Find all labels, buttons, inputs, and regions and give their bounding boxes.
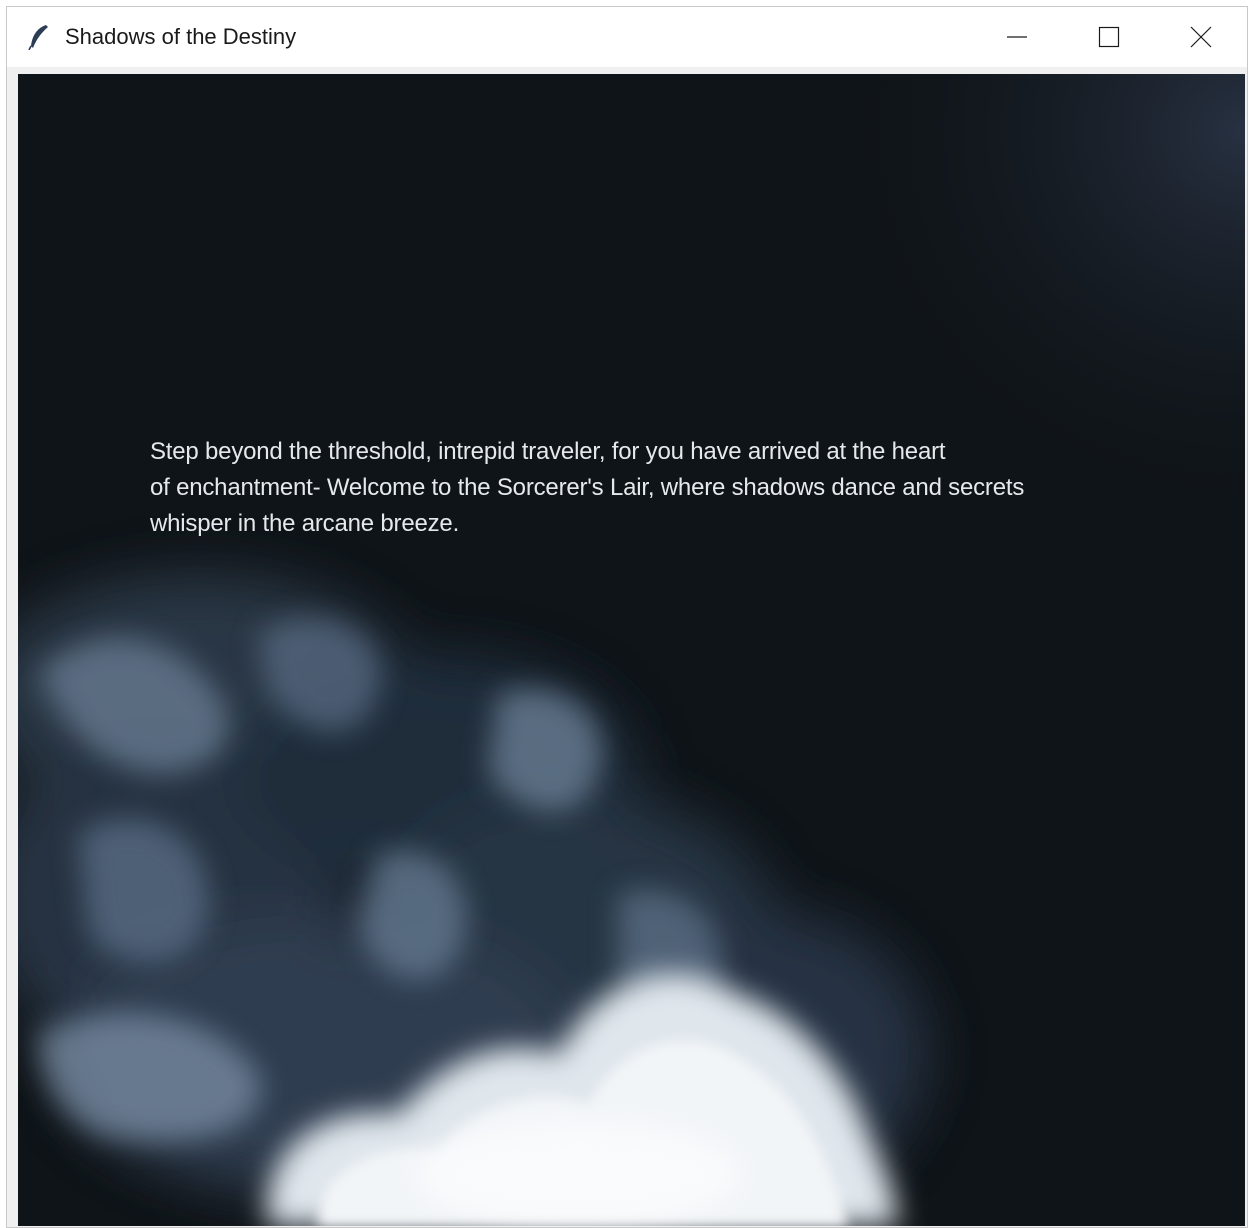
- smoke-background-image: [18, 74, 1245, 1226]
- title-bar[interactable]: Shadows of the Destiny: [7, 7, 1247, 67]
- intro-message: Step beyond the threshold, intrepid trav…: [150, 434, 1130, 542]
- scene-canvas: Step beyond the threshold, intrepid trav…: [18, 74, 1245, 1226]
- app-window: Shadows of the Destiny Step beyond the t…: [6, 6, 1248, 1228]
- maximize-button[interactable]: [1063, 7, 1155, 67]
- feather-icon: [28, 25, 48, 50]
- minimize-button[interactable]: [971, 7, 1063, 67]
- close-button[interactable]: [1155, 7, 1247, 67]
- intro-line: whisper in the arcane breeze.: [150, 510, 460, 537]
- window-title: Shadows of the Destiny: [65, 24, 297, 49]
- close-icon: [1190, 26, 1212, 48]
- window-controls: [971, 7, 1247, 67]
- intro-line: Step beyond the threshold, intrepid trav…: [150, 438, 946, 465]
- maximize-icon: [1098, 26, 1120, 48]
- minimize-icon: [1007, 36, 1027, 38]
- intro-line: of enchantment- Welcome to the Sorcerer'…: [150, 474, 1025, 501]
